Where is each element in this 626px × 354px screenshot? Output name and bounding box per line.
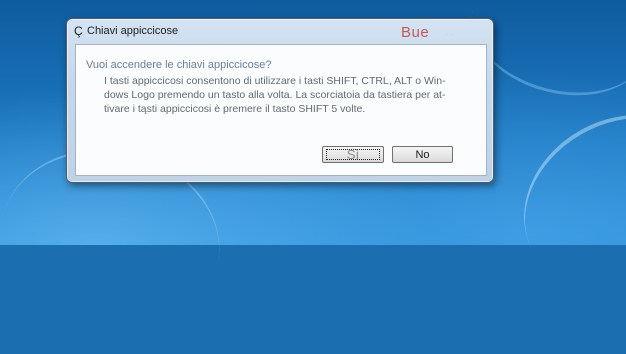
wallpaper-streak xyxy=(492,80,626,324)
app-icon: Ç xyxy=(74,24,83,38)
dialog-title: Chiavi appiccicose xyxy=(87,25,179,37)
description-line: dows Logo premendo un tasto alla volta. … xyxy=(104,89,446,101)
dialog-description: I tasti appiccicosi consentono di utiliz… xyxy=(104,74,474,116)
yes-button[interactable]: Sì xyxy=(322,146,384,163)
caption-buttons-icon[interactable]: ◦ ◦ xyxy=(445,29,454,39)
description-line: I tasti appiccicosi consentono di utiliz… xyxy=(104,75,446,87)
sticky-keys-dialog: Ç Chiavi appiccicose Bue ◦ ◦ Vuoi accend… xyxy=(66,18,494,183)
title-overlay-text: Bue xyxy=(401,24,430,41)
description-line: tivare i tąsti appiccicosi è premere il … xyxy=(104,103,366,115)
dialog-content: Vuoi accendere le chiavi appiccicose? I … xyxy=(75,44,487,176)
dialog-question: Vuoi accendere le chiavi appiccicose? xyxy=(86,59,272,71)
no-button-label: No xyxy=(415,148,430,161)
focus-rectangle xyxy=(326,149,380,160)
no-button[interactable]: No xyxy=(392,146,453,163)
title-bar[interactable]: Ç Chiavi appiccicose Bue ◦ ◦ xyxy=(67,19,493,43)
